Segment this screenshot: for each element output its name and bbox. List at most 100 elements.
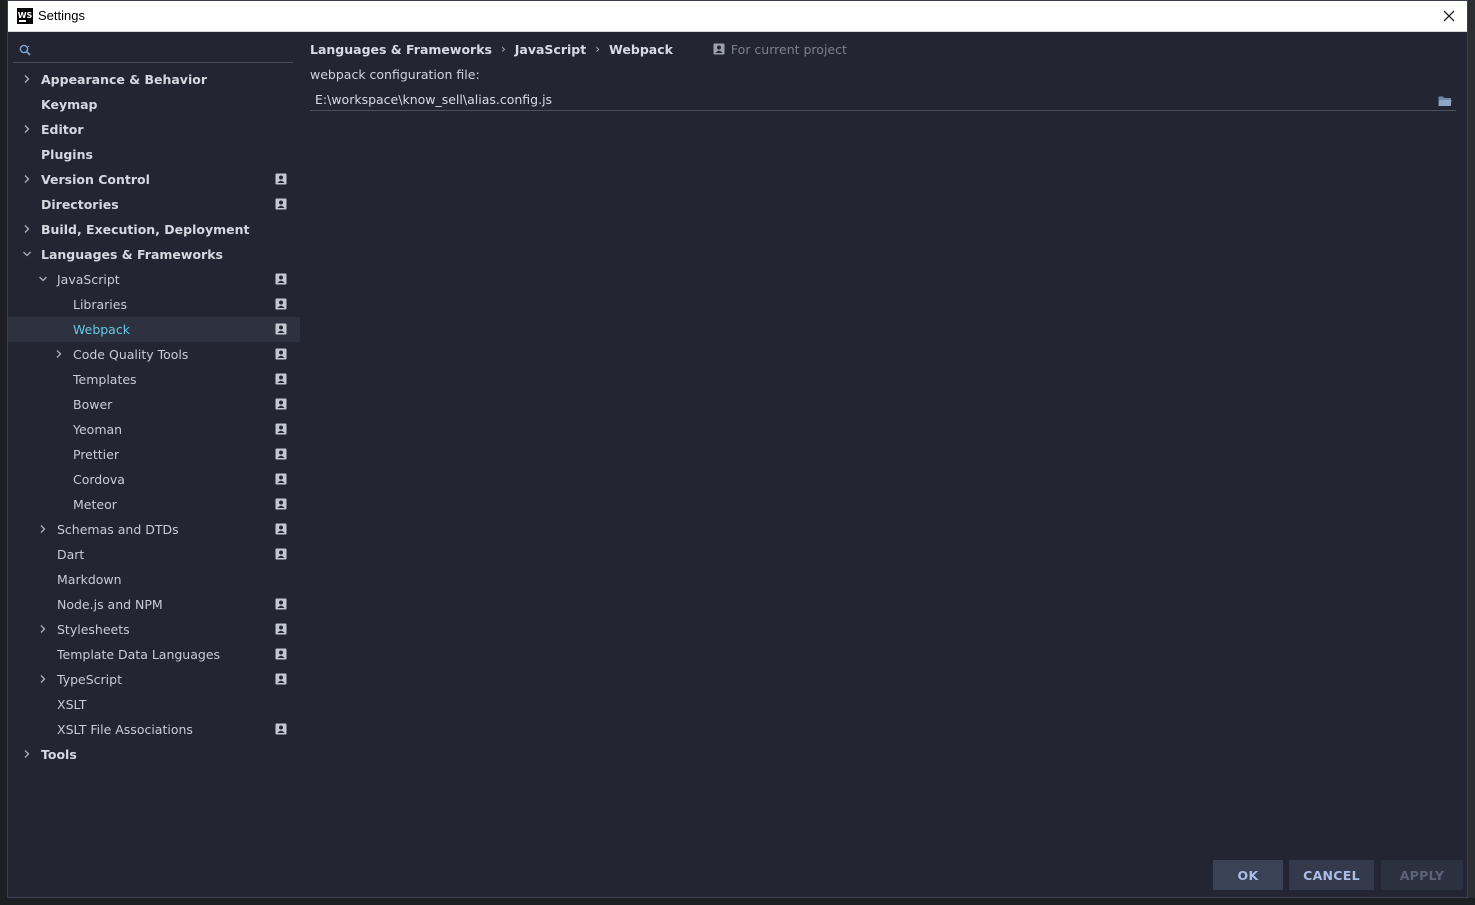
apply-button[interactable]: APPLY — [1381, 860, 1463, 890]
tree-item[interactable]: TypeScript — [8, 667, 300, 692]
tree-item-label: Node.js and NPM — [57, 597, 163, 612]
breadcrumb-item: JavaScript — [514, 41, 587, 57]
chevron-right-icon[interactable] — [22, 124, 32, 134]
tree-item[interactable]: Template Data Languages — [8, 642, 300, 667]
tree-item[interactable]: Templates — [8, 367, 300, 392]
tree-item[interactable]: Node.js and NPM — [8, 592, 300, 617]
tree-item-label: Directories — [41, 197, 119, 212]
breadcrumb-separator: › — [595, 42, 601, 56]
chevron-right-icon[interactable] — [22, 174, 32, 184]
tree-item[interactable]: Version Control — [8, 167, 300, 192]
settings-tree: Appearance & Behavior Keymap Editor Plugins… — [8, 67, 300, 767]
tree-item[interactable]: Plugins — [8, 142, 300, 167]
tree-item-label: Cordova — [73, 472, 125, 487]
chevron-right-icon[interactable] — [22, 74, 32, 84]
project-scope-icon — [275, 498, 287, 510]
tree-item-label: Libraries — [73, 297, 127, 312]
tree-item-label: Build, Execution, Deployment — [41, 222, 250, 237]
tree-item[interactable]: XSLT — [8, 692, 300, 717]
close-icon — [1443, 10, 1455, 22]
chevron-down-icon[interactable] — [38, 274, 48, 284]
project-scope-icon — [275, 398, 287, 410]
tree-item[interactable]: Editor — [8, 117, 300, 142]
tree-item-label: Appearance & Behavior — [41, 72, 207, 87]
tree-item-label: XSLT — [57, 697, 87, 712]
tree-item[interactable]: Yeoman — [8, 417, 300, 442]
project-scope-icon — [275, 373, 287, 385]
project-scope-icon — [275, 623, 287, 635]
tree-item[interactable]: Meteor — [8, 492, 300, 517]
breadcrumb-item: Languages & Frameworks — [310, 41, 492, 57]
search-input[interactable] — [37, 40, 287, 60]
webpack-config-input[interactable] — [315, 89, 1415, 109]
tree-item[interactable]: Prettier — [8, 442, 300, 467]
tree-item[interactable]: Tools — [8, 742, 300, 767]
search-icon — [19, 44, 31, 56]
tree-item[interactable]: Directories — [8, 192, 300, 217]
project-scope-indicator: For current project — [713, 42, 847, 57]
webpack-config-label: webpack configuration file: — [310, 67, 480, 82]
webstorm-app-icon: WS — [17, 8, 33, 24]
chevron-right-icon[interactable] — [38, 624, 48, 634]
browse-button[interactable] — [1438, 92, 1452, 106]
tree-item-label: Prettier — [73, 447, 119, 462]
tree-item-label: Stylesheets — [57, 622, 130, 637]
tree-item-label: Version Control — [41, 172, 150, 187]
tree-item-label: Markdown — [57, 572, 122, 587]
tree-item[interactable]: Languages & Frameworks — [8, 242, 300, 267]
tree-item[interactable]: Cordova — [8, 467, 300, 492]
project-scope-icon — [275, 523, 287, 535]
breadcrumb: Languages & Frameworks › JavaScript › We… — [310, 41, 847, 57]
tree-item-label: TypeScript — [57, 672, 122, 687]
tree-item[interactable]: Dart — [8, 542, 300, 567]
tree-item[interactable]: Build, Execution, Deployment — [8, 217, 300, 242]
chevron-right-icon[interactable] — [38, 524, 48, 534]
background-editor-edge-bottom — [0, 898, 1475, 905]
project-scope-icon — [275, 348, 287, 360]
tree-item[interactable]: Code Quality Tools — [8, 342, 300, 367]
webpack-config-field[interactable] — [310, 87, 1456, 111]
tree-item[interactable]: Webpack — [8, 317, 300, 342]
close-button[interactable] — [1440, 7, 1458, 25]
tree-item-label: Schemas and DTDs — [57, 522, 179, 537]
title-bar: WS Settings — [8, 1, 1467, 32]
chevron-right-icon[interactable] — [54, 349, 64, 359]
tree-item[interactable]: Schemas and DTDs — [8, 517, 300, 542]
project-scope-icon — [275, 673, 287, 685]
tree-item-label: Yeoman — [73, 422, 123, 437]
tree-item-label: Template Data Languages — [57, 647, 221, 662]
tree-item[interactable]: Libraries — [8, 292, 300, 317]
settings-dialog: WS Settings Appearance & Behavior Keymap E… — [7, 0, 1468, 898]
tree-item-label: Editor — [41, 122, 84, 137]
tree-item-label: Plugins — [41, 147, 93, 162]
chevron-right-icon[interactable] — [22, 749, 32, 759]
tree-item[interactable]: Bower — [8, 392, 300, 417]
tree-item[interactable]: XSLT File Associations — [8, 717, 300, 742]
ok-button[interactable]: OK — [1213, 860, 1283, 890]
project-scope-icon — [275, 448, 287, 460]
tree-item[interactable]: Keymap — [8, 92, 300, 117]
tree-item-label: Bower — [73, 397, 113, 412]
tree-item[interactable]: JavaScript — [8, 267, 300, 292]
tree-item[interactable]: Stylesheets — [8, 617, 300, 642]
settings-search[interactable] — [13, 37, 293, 63]
project-scope-icon — [275, 173, 287, 185]
chevron-right-icon[interactable] — [22, 224, 32, 234]
project-scope-icon — [275, 473, 287, 485]
tree-item[interactable]: Markdown — [8, 567, 300, 592]
project-scope-icon — [275, 323, 287, 335]
tree-item[interactable]: Appearance & Behavior — [8, 67, 300, 92]
project-scope-icon — [275, 648, 287, 660]
tree-item-label: Tools — [41, 747, 77, 762]
window-title: Settings — [38, 8, 85, 23]
chevron-down-icon[interactable] — [22, 249, 32, 259]
settings-content: Languages & Frameworks › JavaScript › We… — [300, 32, 1467, 897]
project-scope-icon — [275, 548, 287, 560]
background-editor-edge — [1468, 0, 1475, 905]
chevron-right-icon[interactable] — [38, 674, 48, 684]
tree-item-label: Templates — [73, 372, 137, 387]
tree-item-label: XSLT File Associations — [57, 722, 193, 737]
breadcrumb-item: Webpack — [609, 41, 673, 57]
cancel-button[interactable]: CANCEL — [1289, 860, 1374, 890]
tree-item-label: Webpack — [73, 322, 130, 337]
